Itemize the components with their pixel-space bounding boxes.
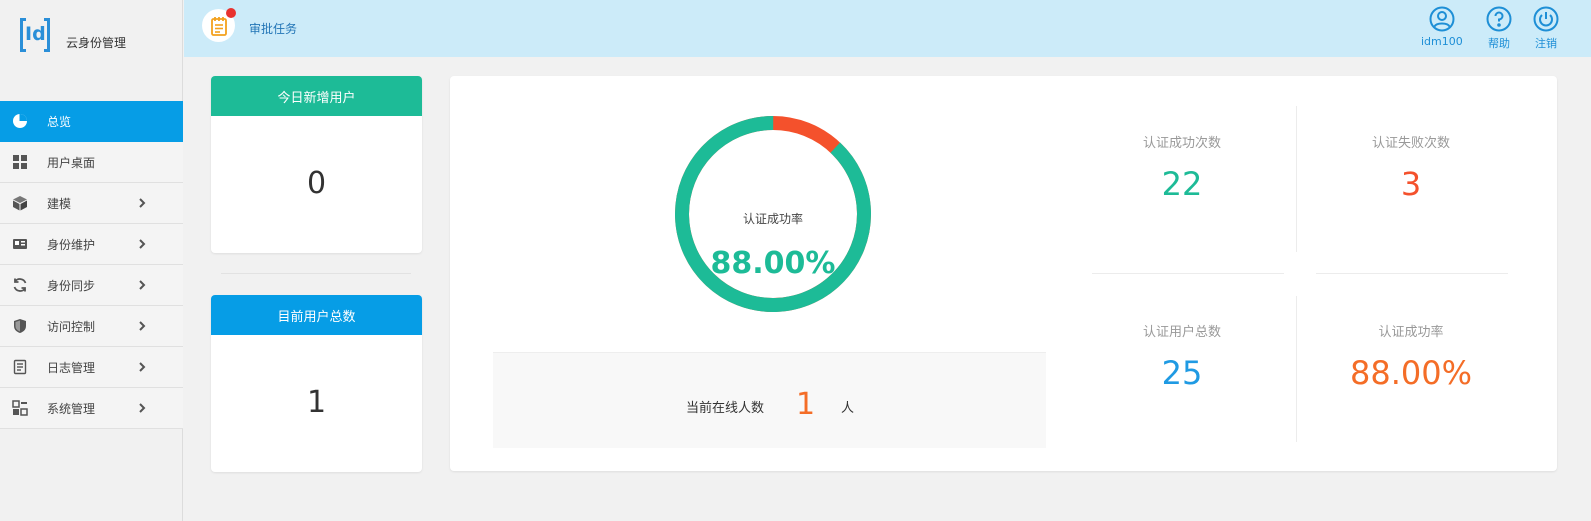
sidebar-item-label: 总览 xyxy=(47,114,72,129)
auth-success-rate: 认证成功率 88.00% xyxy=(1316,321,1506,392)
online-unit: 人 xyxy=(841,401,855,416)
card-title: 目前用户总数 xyxy=(211,295,422,335)
chevron-right-icon xyxy=(139,362,146,372)
help-icon xyxy=(1486,6,1512,32)
app-name: 云身份管理 xyxy=(66,35,127,50)
chevron-right-icon xyxy=(139,198,146,208)
pie-chart-icon xyxy=(11,112,29,130)
divider xyxy=(221,273,411,274)
stat-value: 3 xyxy=(1400,165,1422,203)
help-label: 帮助 xyxy=(1488,37,1510,50)
online-label: 当前在线人数 xyxy=(686,401,765,416)
divider xyxy=(1296,106,1297,252)
stat-title: 认证成功率 xyxy=(1378,325,1444,340)
sidebar-item-access-control[interactable]: 访问控制 xyxy=(0,306,183,347)
approval-task-button[interactable] xyxy=(202,8,236,42)
sidebar-menu: 总览 用户桌面 建模 身份维护 身份同步 访问控制 日志管理 系统管理 xyxy=(0,101,183,429)
success-rate-donut: 认证成功率 88.00% xyxy=(673,114,873,314)
sidebar-item-identity-maintenance[interactable]: 身份维护 xyxy=(0,224,183,265)
chevron-right-icon xyxy=(139,403,146,413)
notepad-icon xyxy=(210,16,227,36)
divider xyxy=(1296,296,1297,442)
card-title: 今日新增用户 xyxy=(211,76,422,116)
sidebar-item-modeling[interactable]: 建模 xyxy=(0,183,183,224)
shield-icon xyxy=(11,317,29,335)
sidebar-item-label: 日志管理 xyxy=(47,360,96,375)
logo-mark-icon: Id xyxy=(20,18,50,52)
online-users-box: 当前在线人数 1 人 xyxy=(493,352,1046,448)
notification-dot xyxy=(226,8,236,18)
logout-label: 注销 xyxy=(1535,37,1557,50)
divider xyxy=(1092,273,1284,274)
chevron-right-icon xyxy=(139,239,146,249)
stat-value: 88.00% xyxy=(1349,354,1472,392)
grid-icon xyxy=(11,153,29,171)
divider xyxy=(1316,273,1508,274)
logout-button[interactable]: 注销 xyxy=(1533,6,1559,51)
sidebar: Id 云身份管理 总览 用户桌面 建模 身份维护 身份同步 访问控制 日志管理 … xyxy=(0,0,183,521)
user-icon xyxy=(1429,6,1455,32)
approval-task-link[interactable]: 审批任务 xyxy=(249,20,297,37)
new-users-value: 0 xyxy=(306,166,327,201)
auth-fail-count: 认证失败次数 3 xyxy=(1316,132,1506,203)
stat-title: 认证成功次数 xyxy=(1142,136,1221,151)
chevron-right-icon xyxy=(139,280,146,290)
total-users-card: 目前用户总数 1 xyxy=(211,295,422,472)
sidebar-item-label: 系统管理 xyxy=(47,401,96,416)
new-users-card: 今日新增用户 0 xyxy=(211,76,422,253)
sidebar-item-overview[interactable]: 总览 xyxy=(0,101,183,142)
chevron-right-icon xyxy=(139,321,146,331)
auth-stats-panel: 认证成功率 88.00% 当前在线人数 1 人 认证成功次数 22 认证失败次数… xyxy=(450,76,1557,471)
auth-success-count: 认证成功次数 22 xyxy=(1087,132,1277,203)
total-users-value: 1 xyxy=(306,385,327,420)
stat-title: 认证失败次数 xyxy=(1371,136,1450,151)
sidebar-item-label: 建模 xyxy=(47,196,72,211)
app-logo[interactable]: Id 云身份管理 xyxy=(20,18,126,52)
sidebar-item-label: 用户桌面 xyxy=(47,155,96,170)
auth-user-total: 认证用户总数 25 xyxy=(1087,321,1277,392)
cube-icon xyxy=(11,194,29,212)
sync-icon xyxy=(11,276,29,294)
sidebar-item-identity-sync[interactable]: 身份同步 xyxy=(0,265,183,306)
stat-title: 认证用户总数 xyxy=(1142,325,1221,340)
stat-value: 22 xyxy=(1161,165,1203,203)
sidebar-item-user-desktop[interactable]: 用户桌面 xyxy=(0,142,183,183)
sidebar-item-label: 访问控制 xyxy=(47,319,96,334)
stat-value: 25 xyxy=(1161,354,1203,392)
sidebar-item-label: 身份维护 xyxy=(47,237,96,252)
document-icon xyxy=(11,358,29,376)
donut-title: 认证成功率 xyxy=(742,212,803,226)
sidebar-item-system-management[interactable]: 系统管理 xyxy=(0,388,183,429)
sidebar-item-log-management[interactable]: 日志管理 xyxy=(0,347,183,388)
id-card-icon xyxy=(11,235,29,253)
top-bar: 审批任务 idm100 帮助 注销 xyxy=(184,0,1591,57)
donut-value: 88.00% xyxy=(710,246,836,281)
user-name: idm100 xyxy=(1421,35,1463,48)
online-value: 1 xyxy=(796,387,816,422)
power-icon xyxy=(1533,6,1559,32)
apps-icon xyxy=(11,399,29,417)
sidebar-item-label: 身份同步 xyxy=(47,278,96,293)
help-button[interactable]: 帮助 xyxy=(1486,6,1512,51)
user-account-button[interactable]: idm100 xyxy=(1421,6,1463,48)
